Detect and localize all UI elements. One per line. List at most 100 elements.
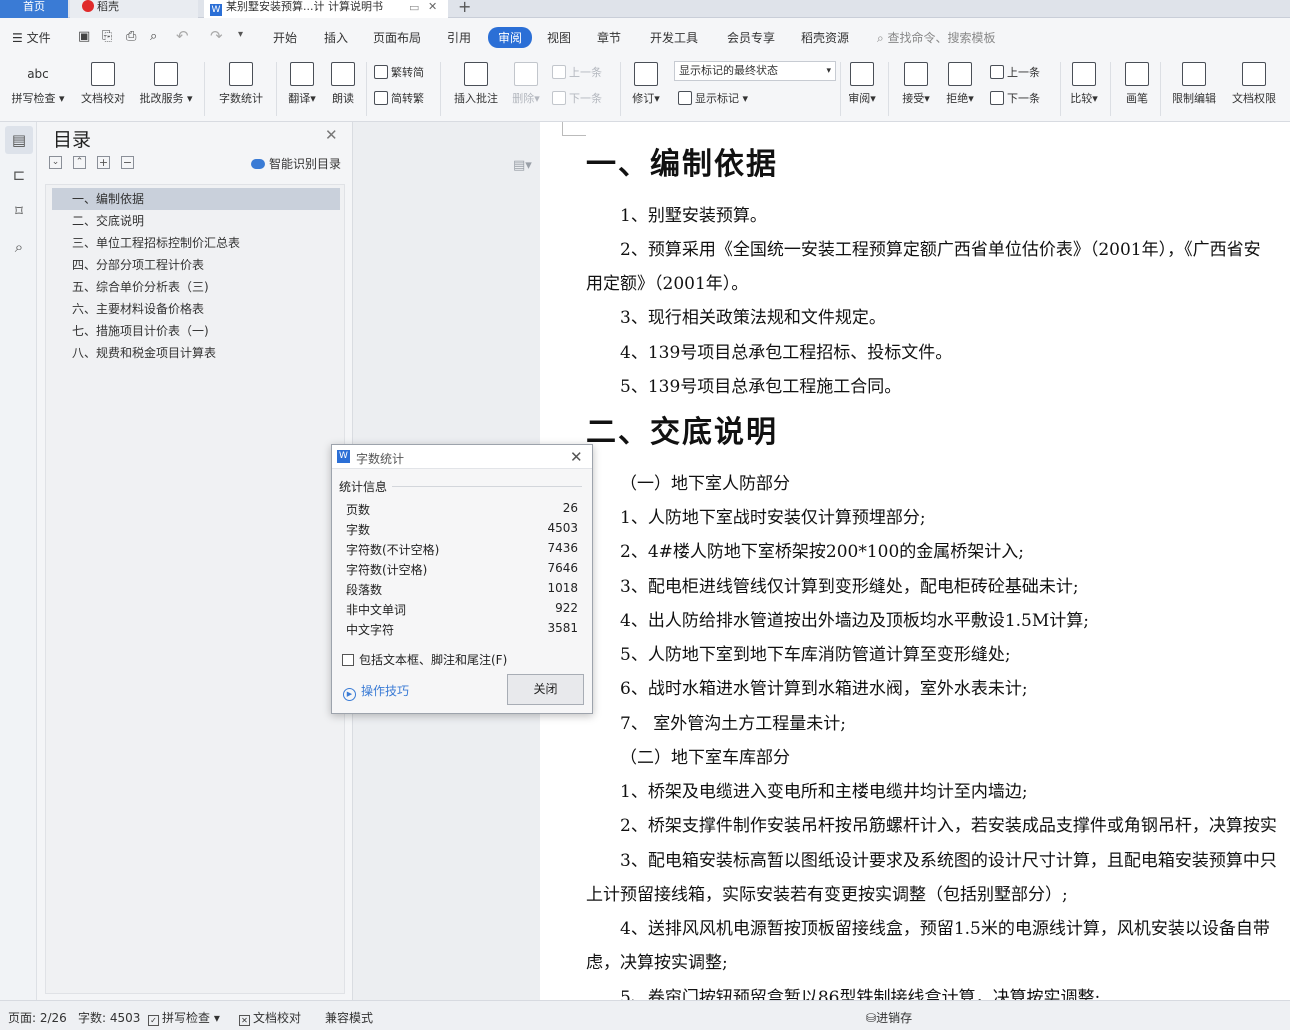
show-markup-button[interactable]: 显示标记 ▾ xyxy=(678,90,748,106)
toc-item[interactable]: 六、主要材料设备价格表 xyxy=(52,298,340,320)
track-changes-button[interactable]: 修订▾ xyxy=(628,62,664,106)
reject-button[interactable]: 拒绝▾ xyxy=(942,62,978,106)
file-menu[interactable]: ☰ 文件 xyxy=(12,29,51,46)
expand-up-icon[interactable]: ⌃ xyxy=(73,156,86,169)
word-count-button[interactable]: 字数统计 xyxy=(214,62,268,106)
ribbon-separator xyxy=(366,62,367,116)
pen-icon xyxy=(1125,62,1149,86)
command-search[interactable]: ⌕ 查找命令、搜索模板 xyxy=(877,29,996,46)
status-spell-check[interactable]: ✓ 拼写检查 ▾ xyxy=(148,1009,220,1026)
tab-document[interactable]: W 某别墅安装预算...计 计算说明书 ▭ ✕ xyxy=(204,0,448,18)
nav-structure-icon[interactable]: ⊏ xyxy=(10,166,28,184)
doc-paragraph: 7、 室外管沟土方工程量未计; xyxy=(620,714,846,734)
restrict-editing-label: 限制编辑 xyxy=(1172,92,1216,105)
ink-pen-button[interactable]: 画笔 xyxy=(1120,62,1154,106)
toc-item[interactable]: 一、编制依据 xyxy=(52,188,340,210)
markup-state-select[interactable]: 显示标记的最终状态 ▾ xyxy=(674,61,836,81)
close-icon[interactable]: ✕ xyxy=(325,126,338,144)
accept-button[interactable]: 接受▾ xyxy=(898,62,934,106)
trad-to-simp-button[interactable]: 繁转简 xyxy=(374,64,424,80)
add-heading-icon[interactable]: + xyxy=(97,156,110,169)
tips-link[interactable]: ▶ 操作技巧 xyxy=(343,682,409,701)
ribbon-separator xyxy=(840,62,841,116)
toc-item[interactable]: 四、分部分项工程计价表 xyxy=(52,254,340,276)
save-icon[interactable]: ▣ xyxy=(78,29,90,44)
tab-home[interactable]: 首页 xyxy=(0,0,68,18)
spell-check-button[interactable]: abc 拼写检查 ▾ xyxy=(8,62,68,106)
print-icon[interactable]: ⎙ xyxy=(126,29,136,44)
menu-chapter[interactable]: 章节 xyxy=(597,29,621,46)
revise-service-button[interactable]: 批改服务 ▾ xyxy=(136,62,196,106)
doc-paragraph: 4、出人防给排水管道按出外墙边及顶板均水平敷设1.5M计算; xyxy=(620,611,1089,631)
doc-permission-button[interactable]: 文档权限 xyxy=(1226,62,1282,106)
status-jxc[interactable]: ⛁进销存 xyxy=(866,1009,912,1026)
translate-button[interactable]: 翻译▾ xyxy=(284,62,320,106)
menu-review[interactable]: 审阅 xyxy=(488,27,533,48)
toc-item[interactable]: 二、交底说明 xyxy=(52,210,340,232)
compare-button[interactable]: 比较▾ xyxy=(1066,62,1102,106)
toc-item[interactable]: 八、规费和税金项目计算表 xyxy=(52,342,340,364)
include-textbox-checkbox[interactable]: 包括文本框、脚注和尾注(F) xyxy=(342,651,507,668)
close-button[interactable]: 关闭 xyxy=(507,674,584,705)
remove-heading-icon[interactable]: − xyxy=(121,156,134,169)
print-preview-icon[interactable]: ⌕ xyxy=(150,29,157,44)
menu-start[interactable]: 开始 xyxy=(273,29,297,46)
review-pane-button[interactable]: 审阅▾ xyxy=(844,62,880,106)
search-icon: ⌕ xyxy=(877,31,888,45)
search-panel-icon[interactable]: ⌕ xyxy=(10,238,28,256)
bookmark-icon[interactable]: ⌑ xyxy=(10,202,28,220)
collapse-all-icon[interactable]: ⌄ xyxy=(49,156,62,169)
undo-icon[interactable]: ↶ xyxy=(176,27,189,45)
page-options-icon[interactable]: ▤▾ xyxy=(513,158,532,173)
new-tab-icon[interactable]: + xyxy=(452,0,482,18)
prev-change-button[interactable]: 上一条 xyxy=(990,64,1040,80)
proofread-button[interactable]: 文档校对 xyxy=(76,62,130,106)
menu-dev-tools[interactable]: 开发工具 xyxy=(650,29,698,46)
dialog-titlebar[interactable]: W 字数统计 ✕ xyxy=(332,445,592,469)
page-indicator[interactable]: 页面: 2/26 xyxy=(8,1009,67,1026)
trad-to-simp-label: 繁转简 xyxy=(391,66,424,79)
delete-comment-button[interactable]: 删除▾ xyxy=(508,62,544,106)
menu-insert[interactable]: 插入 xyxy=(324,29,348,46)
doc-subheading: （二）地下室车库部分 xyxy=(620,748,790,768)
next-comment-button[interactable]: 下一条 xyxy=(552,90,602,106)
status-proofread[interactable]: ✕ 文档校对 xyxy=(239,1009,301,1026)
smart-toc-button[interactable]: 智能识别目录 xyxy=(251,155,341,172)
doc-paragraph: 4、送排风风机电源暂按顶板留接线盒，预留1.5米的电源线计算，风机安装以设备自带 xyxy=(620,919,1270,939)
simp-to-trad-button[interactable]: 简转繁 xyxy=(374,90,424,106)
ribbon-separator xyxy=(204,62,205,116)
word-count-label: 字数统计 xyxy=(219,92,263,105)
spell-check-label: 拼写检查 xyxy=(11,92,56,105)
insert-comment-label: 插入批注 xyxy=(454,92,498,105)
redo-icon[interactable]: ↷ xyxy=(210,27,223,45)
tab-close-icon[interactable]: ✕ xyxy=(428,0,437,14)
word-count-indicator[interactable]: 字数: 4503 xyxy=(78,1009,140,1026)
export-pdf-icon[interactable]: ⎘ xyxy=(102,29,112,44)
inventory-icon: ⛁ xyxy=(866,1011,877,1025)
toc-item[interactable]: 五、综合单价分析表（三) xyxy=(52,276,340,298)
heading-disclosure: 二、交底说明 xyxy=(586,415,778,450)
close-icon[interactable]: ✕ xyxy=(570,448,583,466)
menu-view[interactable]: 视图 xyxy=(547,29,571,46)
document-page[interactable]: 一、编制依据 1、别墅安装预算。 2、预算采用《全国统一安装工程预算定额广西省单… xyxy=(540,122,1290,1000)
menu-daoke-resources[interactable]: 稻壳资源 xyxy=(801,29,849,46)
stat-value: 1018 xyxy=(547,581,578,595)
quick-access-dropdown-icon[interactable]: ▾ xyxy=(238,29,243,40)
next-change-button[interactable]: 下一条 xyxy=(990,90,1040,106)
menu-member[interactable]: 会员专享 xyxy=(727,29,775,46)
restrict-editing-button[interactable]: 限制编辑 xyxy=(1166,62,1222,106)
tab-daoke[interactable]: 稻壳 xyxy=(70,0,198,18)
toc-item[interactable]: 三、单位工程招标控制价汇总表 xyxy=(52,232,340,254)
insert-comment-button[interactable]: 插入批注 xyxy=(448,62,504,106)
simp-to-trad-icon xyxy=(374,91,388,105)
page-corner-mark xyxy=(562,122,586,136)
menu-layout[interactable]: 页面布局 xyxy=(373,29,421,46)
read-aloud-button[interactable]: 朗读 xyxy=(326,62,360,106)
prev-comment-button[interactable]: 上一条 xyxy=(552,64,602,80)
next-change-icon xyxy=(990,91,1004,105)
menu-references[interactable]: 引用 xyxy=(447,29,471,46)
toc-item[interactable]: 七、措施项目计价表（一) xyxy=(52,320,340,342)
toc-panel-toggle[interactable]: ▤ xyxy=(5,126,33,154)
doc-paragraph: 5、139号项目总承包工程施工合同。 xyxy=(620,377,902,397)
doc-subheading: （一）地下室人防部分 xyxy=(620,474,790,494)
